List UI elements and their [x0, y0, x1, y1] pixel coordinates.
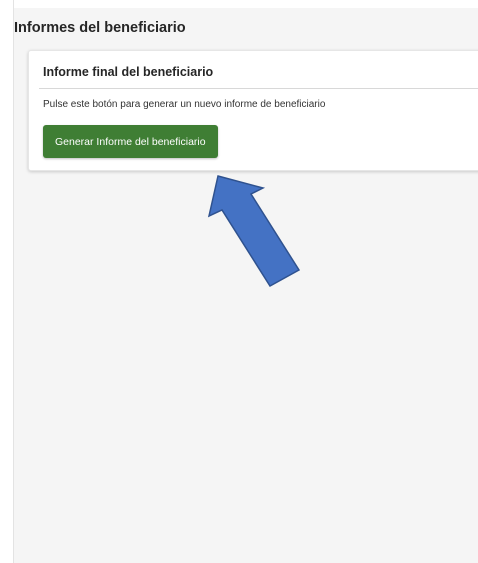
page: Informes del beneficiario Informe final …	[0, 0, 478, 563]
arrow-shape	[207, 175, 301, 287]
card-divider	[39, 88, 478, 89]
section-title: Informes del beneficiario	[14, 20, 186, 36]
pointer-arrow-icon	[207, 175, 301, 287]
card-title: Informe final del beneficiario	[43, 65, 214, 79]
card-description: Pulse este botón para generar un nuevo i…	[43, 99, 326, 110]
report-card: Informe final del beneficiario Pulse est…	[28, 50, 478, 171]
generate-report-button[interactable]: Generar Informe del beneficiario	[43, 125, 218, 158]
